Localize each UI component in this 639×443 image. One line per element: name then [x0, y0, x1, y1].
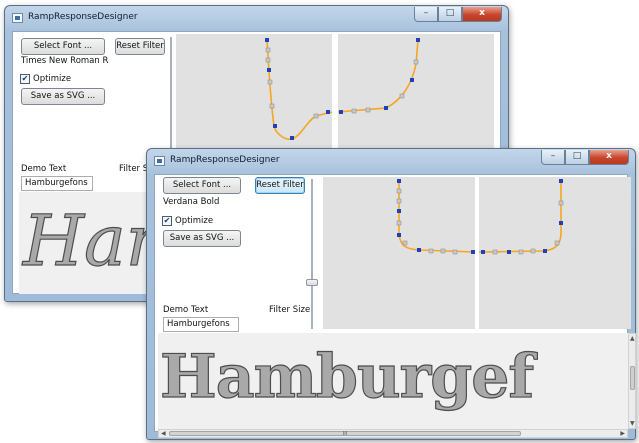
select-font-button[interactable]: Select Font ... [163, 177, 241, 194]
demo-text-label: Demo Text [21, 164, 67, 174]
control-point[interactable] [267, 79, 273, 85]
close-button[interactable]: x [589, 150, 629, 165]
demo-text-label: Demo Text [163, 305, 209, 315]
window-controls: – □ x [414, 7, 502, 22]
title-bar-front[interactable]: RampResponseDesigner – □ x [147, 149, 635, 173]
control-point[interactable] [530, 248, 536, 254]
window-front: RampResponseDesigner – □ x Select Font .… [146, 148, 636, 440]
control-point[interactable] [339, 110, 343, 114]
curve-right [478, 181, 562, 253]
ramp-curve-back[interactable] [176, 34, 496, 154]
control-point[interactable] [554, 240, 560, 246]
demo-text-field[interactable]: Hamburgefons [21, 176, 93, 191]
control-point[interactable] [471, 250, 475, 254]
font-name-label: Times New Roman R [21, 56, 109, 66]
window-title: RampResponseDesigner [170, 155, 280, 165]
optimize-label: Optimize [33, 74, 72, 84]
checkbox-check-icon[interactable]: ✔ [20, 74, 30, 84]
control-point[interactable] [399, 93, 405, 99]
select-font-button[interactable]: Select Font ... [21, 38, 105, 55]
vertical-scroll-thumb[interactable] [630, 366, 635, 390]
control-points-back[interactable] [265, 38, 420, 140]
app-icon [154, 156, 165, 166]
control-point[interactable] [396, 198, 402, 204]
control-point[interactable] [351, 108, 357, 114]
control-point[interactable] [428, 248, 434, 254]
control-point[interactable] [518, 249, 524, 255]
reset-filter-button[interactable]: Reset Filter [255, 177, 305, 194]
control-point[interactable] [396, 220, 402, 226]
control-point[interactable] [559, 221, 563, 225]
filter-size-slider-track[interactable] [311, 179, 313, 329]
control-point[interactable] [290, 136, 294, 140]
control-point[interactable] [384, 106, 388, 110]
scroll-right-icon[interactable]: ▶ [620, 430, 625, 437]
curve-left [398, 181, 476, 253]
minimize-button[interactable]: – [414, 7, 438, 22]
control-point[interactable] [417, 248, 421, 252]
reset-filter-button[interactable]: Reset Filter [115, 38, 165, 55]
client-area-front: Select Font ... Reset Filter Verdana Bol… [154, 174, 636, 438]
demo-text-field[interactable]: Hamburgefons [163, 317, 239, 332]
control-point[interactable] [397, 179, 401, 183]
preview-text: Hamburgef [159, 342, 534, 412]
control-point[interactable] [365, 107, 371, 113]
control-point[interactable] [402, 240, 408, 246]
control-point[interactable] [397, 233, 401, 237]
optimize-label: Optimize [175, 216, 214, 226]
scroll-up-icon[interactable]: ▲ [630, 335, 635, 342]
horizontal-scroll-thumb[interactable]: III [169, 431, 521, 437]
optimize-checkbox[interactable]: ✔ Optimize [162, 216, 213, 226]
control-point[interactable] [326, 110, 330, 114]
control-point[interactable] [416, 38, 420, 42]
font-name-label: Verdana Bold [163, 197, 220, 207]
control-point[interactable] [559, 179, 563, 183]
minimize-button[interactable]: – [541, 150, 565, 165]
horizontal-scrollbar[interactable]: ◀ III ▶ [158, 429, 628, 438]
filter-size-slider-thumb[interactable] [306, 279, 318, 286]
control-point[interactable] [543, 249, 547, 253]
control-point[interactable] [507, 250, 511, 254]
control-points-front[interactable] [396, 179, 564, 255]
ramp-curve-front[interactable] [323, 177, 639, 337]
app-icon [12, 13, 23, 23]
filter-size-slider-track[interactable] [170, 37, 172, 155]
control-point[interactable] [396, 188, 402, 194]
control-point[interactable] [410, 78, 414, 82]
control-point[interactable] [265, 38, 269, 42]
control-point[interactable] [313, 113, 319, 119]
control-point[interactable] [492, 249, 498, 255]
control-point[interactable] [440, 248, 446, 254]
control-point[interactable] [452, 249, 458, 255]
vertical-scrollbar[interactable]: ▲ ▼ [628, 333, 636, 429]
control-point[interactable] [481, 250, 485, 254]
control-point[interactable] [558, 200, 564, 206]
title-bar-back[interactable]: RampResponseDesigner – □ x [5, 6, 508, 30]
scroll-left-icon[interactable]: ◀ [161, 430, 166, 437]
curve-right [337, 39, 419, 113]
maximize-button[interactable]: □ [438, 7, 462, 22]
control-point[interactable] [273, 124, 277, 128]
scroll-down-icon[interactable]: ▼ [630, 420, 635, 427]
window-controls: – □ x [541, 150, 629, 165]
filter-size-label: Filter Size [269, 305, 311, 315]
control-point[interactable] [265, 57, 271, 63]
control-point[interactable] [265, 47, 271, 53]
maximize-button[interactable]: □ [565, 150, 589, 165]
window-title: RampResponseDesigner [28, 12, 138, 22]
control-point[interactable] [267, 68, 271, 72]
preview-area-front: Hamburgef [158, 333, 628, 429]
checkbox-check-icon[interactable]: ✔ [162, 216, 172, 226]
control-point[interactable] [397, 209, 401, 213]
scroll-grip: III [342, 431, 348, 437]
save-svg-button[interactable]: Save as SVG ... [21, 88, 105, 105]
control-point[interactable] [413, 59, 419, 65]
close-button[interactable]: x [462, 7, 502, 22]
optimize-checkbox[interactable]: ✔ Optimize [20, 74, 71, 84]
filter-size-label: Filter S [119, 164, 149, 174]
control-point[interactable] [269, 103, 275, 109]
save-svg-button[interactable]: Save as SVG ... [163, 230, 241, 247]
